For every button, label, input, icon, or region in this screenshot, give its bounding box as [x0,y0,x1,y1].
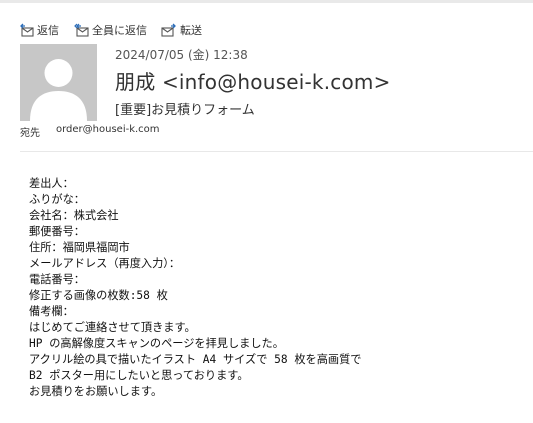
to-address[interactable]: order@housei-k.com [56,124,160,139]
body-line: 差出人： [29,177,74,190]
reply-icon [18,23,34,37]
person-icon [30,59,87,121]
message-subject: [重要]お見積りフォーム [115,103,255,118]
to-label: 宛先 [20,128,40,139]
body-line: 会社名：株式会社 [29,209,119,222]
reply-button[interactable]: 返信 [18,22,59,38]
forward-label: 転送 [180,24,202,37]
body-line: 電話番号： [29,273,85,286]
sender-name[interactable]: 朋成 <info@housei-k.com> [115,66,391,95]
body-line: 郵便番号： [29,225,85,238]
forward-icon [161,23,177,37]
body-line: アクリル絵の具で描いたイラスト A4 サイズで 58 枚を高画質で [29,353,362,366]
received-datetime: 2024/07/05 (金) 12:38 [115,48,248,62]
header-divider [20,151,533,152]
body-line: はじめてご連絡させて頂きます。 [29,321,196,334]
reply-all-icon [73,23,89,37]
body-line: ふりがな： [29,193,85,206]
body-line: 備考欄： [29,305,74,318]
sender-avatar [20,44,97,121]
body-line: 住所：福岡県福岡市 [29,241,130,254]
body-line: HP の高解像度スキャンのページを拝見しました。 [29,337,284,350]
window-top-border [0,0,533,3]
reply-all-label: 全員に返信 [92,24,147,37]
forward-button[interactable]: 転送 [161,22,202,38]
reply-all-button[interactable]: 全員に返信 [73,22,147,38]
reading-pane-toolbar: 返信 全員に返信 転送 [18,22,202,38]
body-line: メールアドレス（再度入力）： [29,257,181,270]
body-line: お見積りをお願いします。 [29,385,163,398]
reply-label: 返信 [37,24,59,37]
body-line: B2 ポスター用にしたいと思っております。 [29,369,249,382]
recipient-row: 宛先 order@housei-k.com [20,124,160,139]
body-line: 修正する画像の枚数:58 枚 [29,289,168,302]
message-body: 差出人： ふりがな： 会社名：株式会社 郵便番号： 住所：福岡県福岡市 メールア… [29,176,529,400]
